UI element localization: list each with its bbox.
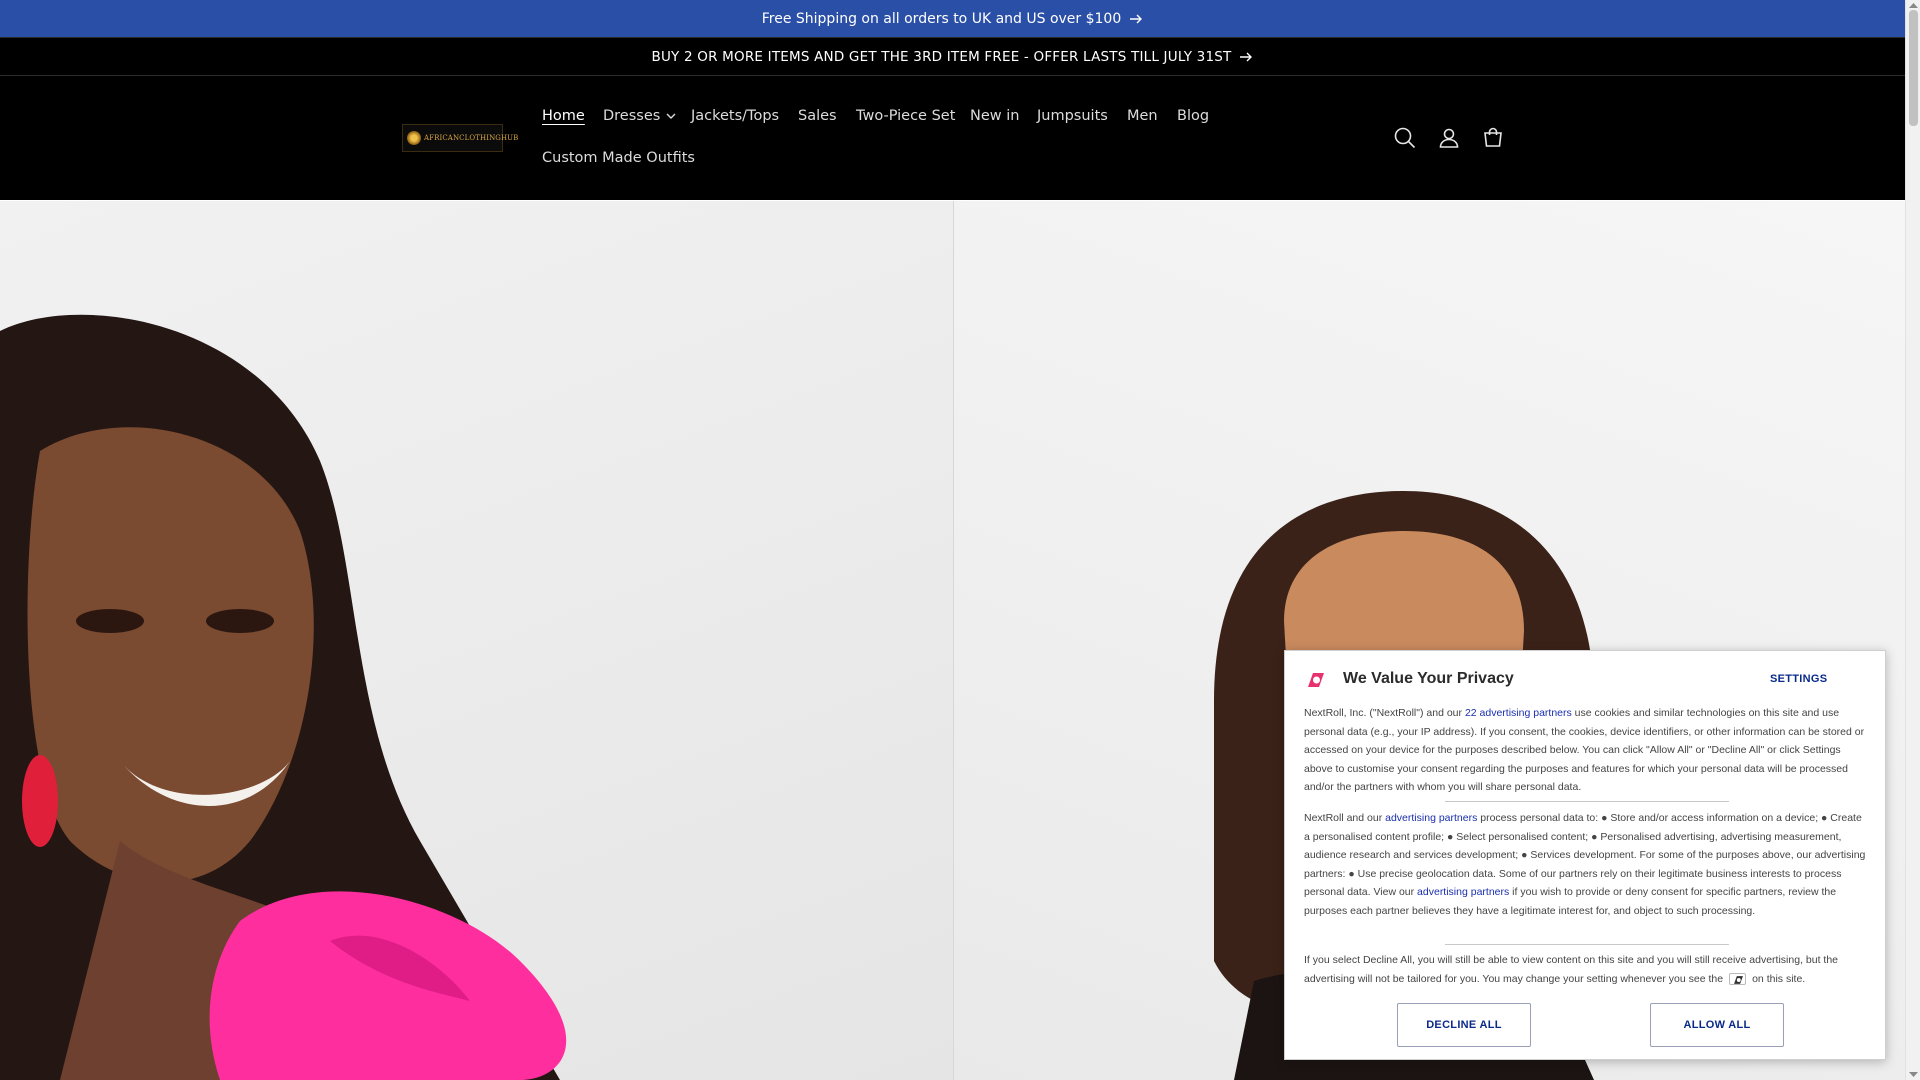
advertising-partners-link[interactable]: advertising partners bbox=[1385, 812, 1477, 824]
nav-item-men[interactable]: Men bbox=[1127, 108, 1158, 124]
nav-item-blog[interactable]: Blog bbox=[1177, 108, 1209, 124]
announcement-text: Free Shipping on all orders to UK and US… bbox=[761, 10, 1122, 27]
decline-all-button[interactable]: DECLINE ALL bbox=[1397, 1003, 1531, 1047]
privacy-consent-dialog: We Value Your Privacy SETTINGS NextRoll,… bbox=[1284, 650, 1886, 1060]
nav-item-label: Dresses bbox=[603, 108, 661, 124]
paragraph-text: NextRoll, Inc. ("NextRoll") and our bbox=[1304, 707, 1465, 719]
paragraph-text: on this site. bbox=[1752, 972, 1806, 985]
logo-text: AFRICANCLOTHINGHUB bbox=[424, 134, 519, 142]
arrow-right-icon bbox=[1240, 52, 1253, 61]
consent-paragraph-2: NextRoll and our advertising partners pr… bbox=[1304, 809, 1867, 921]
logo-emblem-icon bbox=[407, 131, 421, 145]
nav-item-new-in[interactable]: New in bbox=[970, 108, 1019, 124]
consent-paragraph-3: If you select Decline All, you will stil… bbox=[1304, 951, 1867, 988]
hero-photo-woman-smiling bbox=[0, 314, 567, 1080]
site-header: AFRICANCLOTHINGHUB Home Dresses Jackets/… bbox=[0, 76, 1905, 200]
dialog-title: We Value Your Privacy bbox=[1343, 670, 1514, 687]
nextroll-badge-icon bbox=[1729, 972, 1747, 985]
chevron-down-icon bbox=[666, 113, 676, 119]
nextroll-logo-icon bbox=[1308, 673, 1324, 687]
scroll-up-arrow-icon[interactable] bbox=[1909, 2, 1918, 8]
page: Free Shipping on all orders to UK and US… bbox=[0, 0, 1905, 1080]
divider bbox=[1445, 944, 1729, 945]
paragraph-text: use cookies and similar technologies on … bbox=[1304, 707, 1865, 794]
nav-item-two-piece-set[interactable]: Two-Piece Set bbox=[856, 108, 955, 124]
allow-all-button[interactable]: ALLOW ALL bbox=[1650, 1003, 1784, 1047]
consent-paragraph-1: NextRoll, Inc. ("NextRoll") and our 22 a… bbox=[1304, 704, 1867, 797]
nav-item-custom-made-outfits[interactable]: Custom Made Outfits bbox=[542, 150, 695, 166]
cart-icon[interactable] bbox=[1480, 125, 1506, 151]
account-icon[interactable] bbox=[1436, 125, 1462, 151]
nav-item-dresses[interactable]: Dresses bbox=[603, 108, 676, 124]
announcement-bar-offer[interactable]: BUY 2 OR MORE ITEMS AND GET THE 3RD ITEM… bbox=[0, 38, 1905, 75]
scroll-down-arrow-icon[interactable] bbox=[1909, 1072, 1918, 1078]
announcement-text: BUY 2 OR MORE ITEMS AND GET THE 3RD ITEM… bbox=[651, 48, 1232, 65]
arrow-right-icon bbox=[1130, 14, 1143, 23]
nav-item-jumpsuits[interactable]: Jumpsuits bbox=[1037, 108, 1108, 124]
nav-item-jackets-tops[interactable]: Jackets/Tops bbox=[691, 108, 779, 124]
store-logo[interactable]: AFRICANCLOTHINGHUB bbox=[402, 124, 518, 152]
hero-image-left[interactable] bbox=[0, 201, 953, 1080]
nav-item-home[interactable]: Home bbox=[542, 108, 585, 124]
nav-item-sales[interactable]: Sales bbox=[798, 108, 837, 124]
advertising-partners-link[interactable]: 22 advertising partners bbox=[1465, 707, 1572, 719]
page-scrollbar[interactable] bbox=[1905, 0, 1920, 1080]
advertising-partners-link[interactable]: advertising partners bbox=[1417, 886, 1509, 898]
settings-link[interactable]: SETTINGS bbox=[1770, 673, 1827, 685]
announcement-bar-shipping[interactable]: Free Shipping on all orders to UK and US… bbox=[0, 0, 1905, 37]
divider bbox=[1445, 801, 1729, 802]
scrollbar-thumb[interactable] bbox=[1909, 10, 1918, 126]
search-icon[interactable] bbox=[1392, 125, 1418, 151]
paragraph-text: NextRoll and our bbox=[1304, 812, 1386, 824]
